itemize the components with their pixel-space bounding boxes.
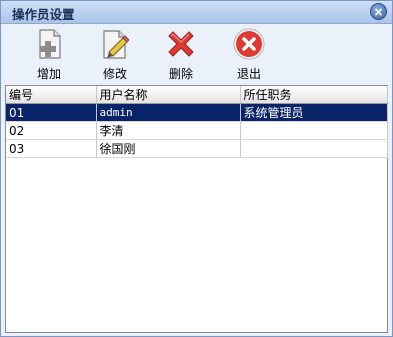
window-title: 操作员设置 <box>12 7 75 22</box>
column-header-id[interactable]: 编号 <box>6 86 97 104</box>
cell-id: 01 <box>6 103 97 122</box>
delete-x-icon <box>168 31 194 57</box>
add-button[interactable]: 增加 <box>27 28 71 84</box>
add-document-icon <box>39 29 61 59</box>
table-header-row: 编号 用户名称 所任职务 <box>6 86 388 104</box>
exit-icon <box>233 28 265 60</box>
close-icon[interactable]: × <box>370 3 387 20</box>
delete-button[interactable]: 删除 <box>159 28 203 84</box>
cell-role: 系统管理员 <box>240 103 388 122</box>
edit-button[interactable]: 修改 <box>93 28 137 84</box>
operator-table[interactable]: 编号 用户名称 所任职务 01 admin 系统管理员 02 李清 03 徐国刚 <box>5 85 388 333</box>
table-row[interactable]: 02 李清 <box>6 121 388 140</box>
table-row[interactable]: 01 admin 系统管理员 <box>6 103 388 122</box>
exit-label: 退出 <box>236 67 261 81</box>
cell-id: 03 <box>6 139 97 158</box>
table-row[interactable]: 03 徐国刚 <box>6 139 388 158</box>
title-bar: 操作员设置 × <box>1 1 392 24</box>
cell-name: 徐国刚 <box>96 139 241 158</box>
cell-name: admin <box>96 103 241 122</box>
cell-role <box>240 139 388 158</box>
cell-role <box>240 121 388 140</box>
operator-settings-window: 操作员设置 × 增加 修改 删除 退出 编号 用户名称 所任职务 01 admi… <box>0 0 393 337</box>
cell-name: 李清 <box>96 121 241 140</box>
edit-label: 修改 <box>102 67 127 81</box>
edit-pencil-icon <box>103 30 130 59</box>
column-header-role[interactable]: 所任职务 <box>240 86 388 104</box>
exit-button[interactable]: 退出 <box>227 28 271 84</box>
add-label: 增加 <box>36 67 61 81</box>
column-header-name[interactable]: 用户名称 <box>96 86 241 104</box>
toolbar: 增加 修改 删除 退出 <box>1 24 392 84</box>
cell-id: 02 <box>6 121 97 140</box>
delete-label: 删除 <box>168 67 193 81</box>
